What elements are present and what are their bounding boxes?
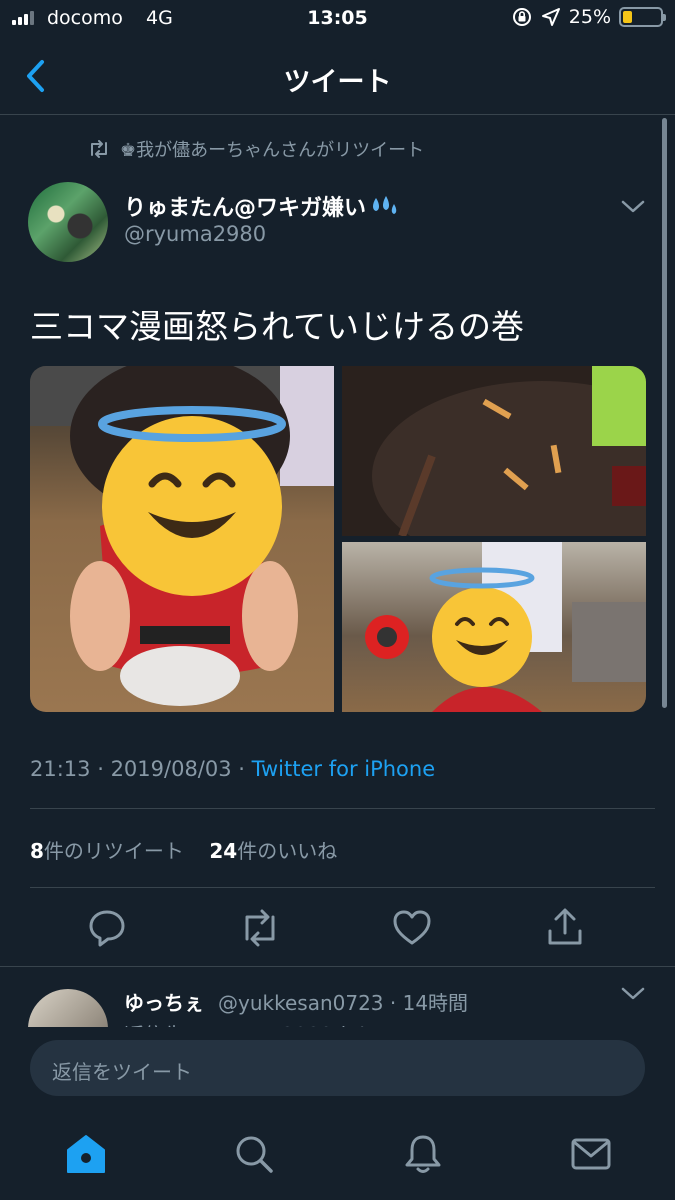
sweat-droplets-emoji-icon [373,196,397,214]
like-stat[interactable]: 24件のいいね [209,839,337,863]
tweet-photo-1[interactable] [30,366,334,712]
tweet-source-link[interactable]: Twitter for iPhone [252,757,436,781]
reply-icon[interactable] [84,905,130,951]
like-label: 件のいいね [237,839,338,863]
retweet-stat[interactable]: 8件のリツイート [30,839,184,863]
tweet-date: 2019/08/03 [110,757,232,781]
reply-author-handle: @yukkesan0723 [218,991,384,1015]
tab-bar [0,1110,675,1200]
share-icon[interactable] [542,905,588,951]
status-right: 25% [511,6,666,28]
like-count: 24 [209,839,238,863]
retweet-icon [91,140,107,158]
reply-author-name: ゆっちぇ [124,991,204,1015]
retweet-icon[interactable] [237,905,283,951]
photo-baby-illustration [30,366,334,706]
mail-icon[interactable] [569,1132,613,1176]
author-handle[interactable]: @ryuma2980 [124,222,266,246]
tweet-actions [0,905,675,951]
battery-percent: 25% [568,6,611,28]
home-icon[interactable] [64,1132,108,1176]
location-icon [541,8,560,26]
divider [30,887,655,888]
scrollbar[interactable] [662,118,667,708]
retweet-count: 8 [30,839,44,863]
heart-icon[interactable] [389,905,435,951]
battery-icon [619,7,666,27]
retweet-context[interactable]: ♚我が儘あーちゃんさんがリツイート [88,136,424,162]
reply-compose-input[interactable]: 返信をツイート [30,1040,645,1096]
nav-bar: ツイート [0,40,675,115]
orientation-lock-icon [512,8,531,26]
avatar[interactable] [28,182,108,262]
tweet-stats: 8件のリツイート 24件のいいね [30,835,337,864]
chevron-down-icon[interactable] [621,987,645,1001]
page-title: ツイート [283,67,392,98]
tweet-text: 三コマ漫画怒られていじけるの巻 [30,307,525,346]
reply-item[interactable]: ゆっちぇ @yukkesan0723 · 14時間 返信先: @ryuma298… [0,967,675,1027]
divider [30,808,655,809]
tweet-photo-2[interactable] [342,366,646,536]
bell-icon[interactable] [401,1132,445,1176]
tweet-time: 21:13 [30,757,91,781]
chevron-down-icon[interactable] [621,200,645,214]
media-grid [30,366,646,712]
search-icon[interactable] [232,1132,276,1176]
photo-baby-room-illustration [365,542,646,712]
reply-to-label: 返信先: @ryuma2980さん [124,1019,372,1027]
retweet-label: 件のリツイート [43,839,184,863]
retweeted-by-label: ♚我が儘あーちゃんさんがリツイート [120,140,425,161]
photo-table-illustration [372,366,646,536]
reply-author-meta: @yukkesan0723 · 14時間 [218,991,469,1015]
author-name: りゅまたん@ワキガ嫌い [124,196,367,221]
status-bar: docomo 4G 13:05 25% [0,0,675,40]
reply-time: 14時間 [402,991,469,1015]
avatar[interactable] [28,989,108,1027]
tweet-meta: 21:13 · 2019/08/03 · Twitter for iPhone [30,757,436,781]
tweet-photo-3[interactable] [342,542,646,712]
author-name-row[interactable]: りゅまたん@ワキガ嫌い [124,190,398,222]
